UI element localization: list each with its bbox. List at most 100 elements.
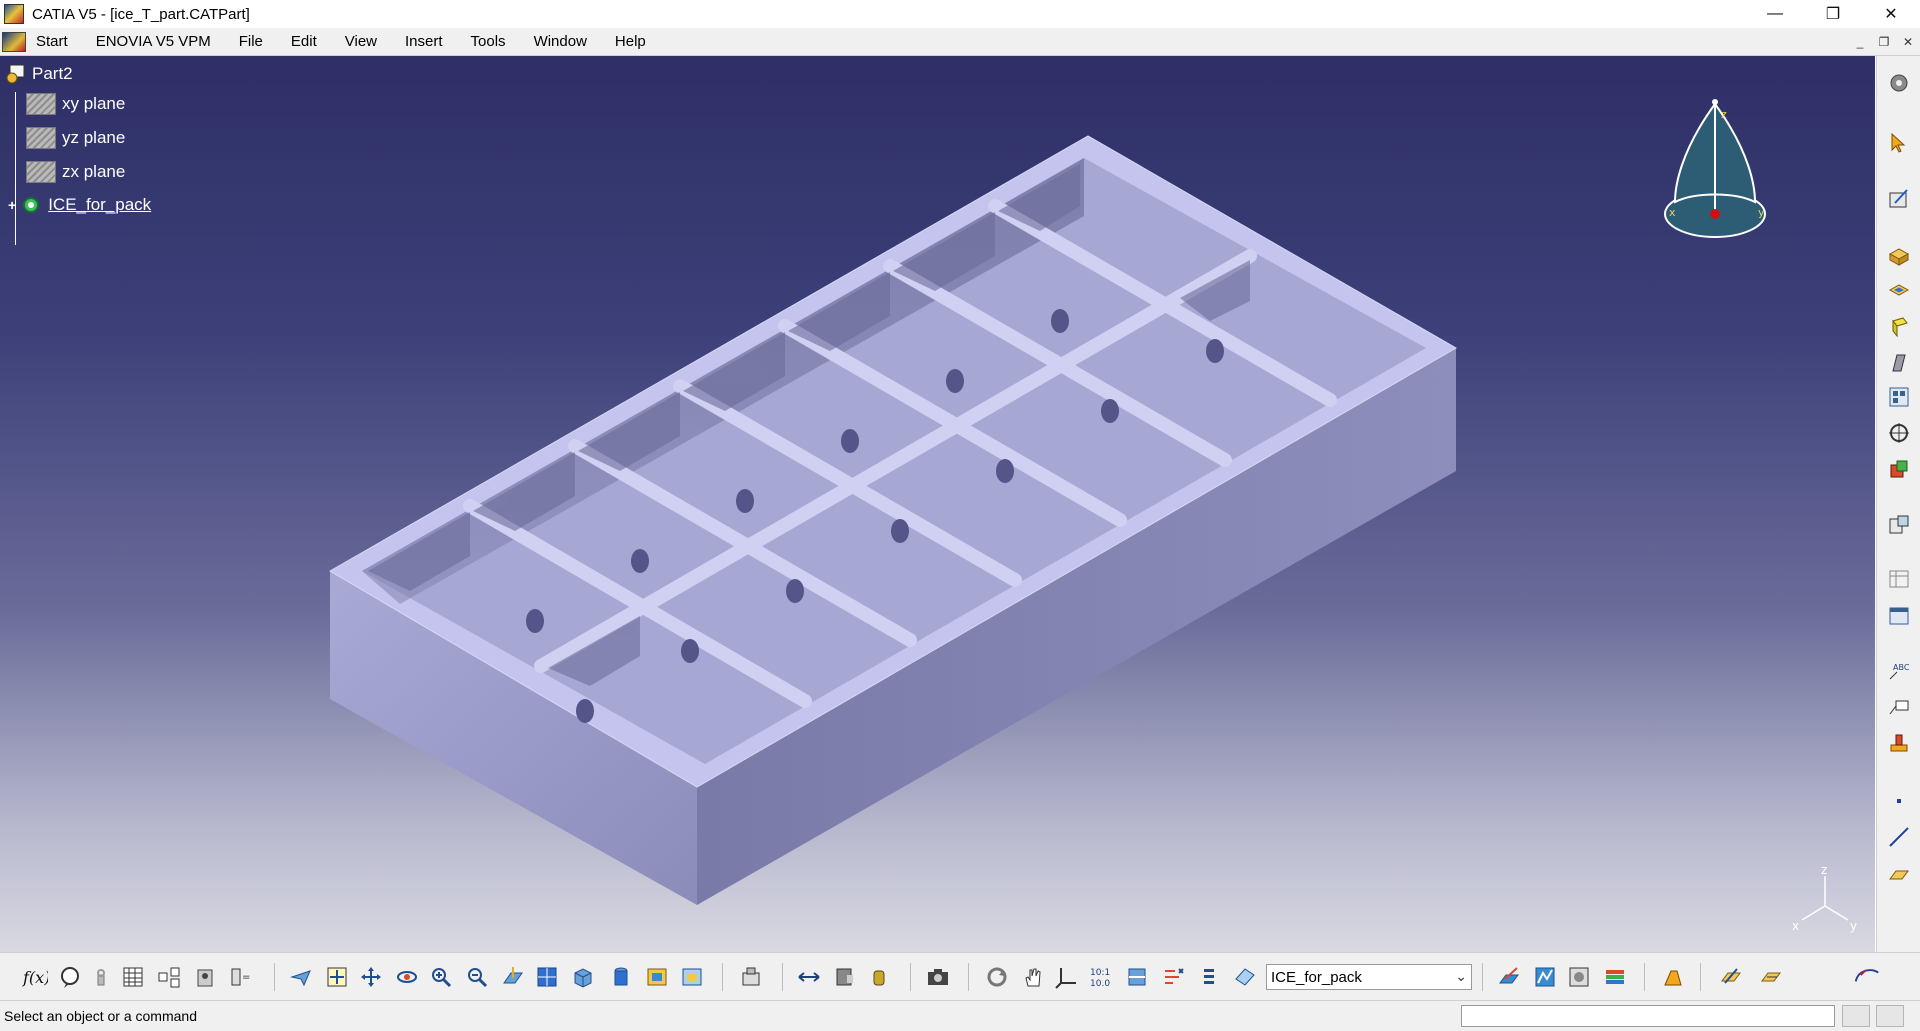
tree-item-xy-plane[interactable]: xy plane [26,92,125,116]
plane-tool-icon[interactable] [1883,860,1915,890]
apply-material-icon[interactable] [1658,962,1688,992]
zoom-out-icon[interactable] [462,962,492,992]
minimize-button[interactable]: — [1746,0,1804,28]
catia-menu-logo-icon[interactable] [2,31,26,52]
catia-app-icon [4,4,24,24]
measure-item-icon[interactable] [830,962,860,992]
rotate-icon[interactable] [392,962,422,992]
tree-item-zx-plane[interactable]: zx plane [26,160,125,184]
parameters-icon[interactable]: = [226,962,256,992]
settings-gear-icon[interactable] [1883,68,1915,98]
measure-between-icon[interactable] [794,962,824,992]
normal-view-icon[interactable] [498,962,528,992]
design-table-icon[interactable] [118,962,148,992]
menu-tools[interactable]: Tools [457,33,520,50]
scan-icon[interactable] [1122,962,1152,992]
reorder-icon[interactable] [1158,962,1188,992]
plane-icon [26,93,56,115]
tree-item-body[interactable]: + ICE_for_pack [8,193,151,217]
feature-sketch-icon[interactable] [1494,962,1524,992]
assemble-icon[interactable] [1883,510,1915,540]
part-geometry[interactable] [0,56,1875,952]
flag-note-icon[interactable] [1883,692,1915,722]
layers-icon[interactable] [1600,962,1630,992]
swap-visible-icon[interactable] [677,962,707,992]
work-object-icon[interactable] [1230,962,1260,992]
tree-expand-icon[interactable]: + [8,197,16,213]
tree-item-root[interactable]: Part2 [4,62,73,86]
triad-x-label: x [1792,919,1799,933]
chevron-down-icon[interactable]: ⌄ [1455,968,1467,985]
doc-close-button[interactable]: ✕ [1896,35,1920,49]
doc-minimize-button[interactable]: _ [1848,35,1872,49]
current-body-value: ICE_for_pack [1271,969,1362,986]
shaft-icon[interactable] [1883,312,1915,342]
tree-xy-label: xy plane [62,94,126,113]
lock-icon[interactable] [86,962,116,992]
menu-file[interactable]: File [225,33,277,50]
crosshair-icon[interactable] [1883,418,1915,448]
pocket-icon[interactable] [1883,278,1915,308]
map-icon[interactable] [1530,962,1560,992]
measure-inertia-icon[interactable] [864,962,894,992]
point-icon[interactable] [1883,786,1915,816]
zoom-in-icon[interactable] [426,962,456,992]
menu-edit[interactable]: Edit [277,33,331,50]
catalog-icon[interactable] [154,962,184,992]
line-icon[interactable] [1883,822,1915,852]
menu-view[interactable]: View [331,33,391,50]
measure-icon[interactable] [190,962,220,992]
tree-item-yz-plane[interactable]: yz plane [26,126,125,150]
current-body-select[interactable]: ICE_for_pack ⌄ [1266,964,1472,990]
plane-icon [26,127,56,149]
annotation-text-icon[interactable]: ABC [1883,656,1915,686]
pad-icon[interactable] [1883,242,1915,272]
boolean-icon[interactable] [1883,454,1915,484]
doc-restore-button[interactable]: ❐ [1872,35,1896,49]
stamp-icon[interactable] [1883,728,1915,758]
svg-text:ABC: ABC [1893,663,1910,672]
fit-all-icon[interactable] [322,962,352,992]
iso-view-icon[interactable] [568,962,598,992]
status-option-button[interactable] [1876,1005,1904,1027]
fly-mode-icon[interactable] [286,962,316,992]
select-arrow-icon[interactable] [1883,128,1915,158]
document-window-controls: _ ❐ ✕ [1848,28,1920,55]
frame-icon[interactable] [1883,600,1915,630]
sketcher-icon[interactable] [1883,184,1915,214]
command-input[interactable] [1461,1005,1835,1027]
camera-icon[interactable] [923,962,953,992]
rib-icon[interactable] [1883,348,1915,378]
knowledge-advisor-icon[interactable] [55,962,85,992]
hand-icon[interactable] [1018,962,1048,992]
list-icon[interactable] [1194,962,1224,992]
menu-start[interactable]: Start [26,33,82,50]
formula-icon[interactable]: f(x) [20,962,50,992]
hide-show-icon[interactable] [642,962,672,992]
menu-insert[interactable]: Insert [391,33,457,50]
update-icon[interactable] [982,962,1012,992]
status-option-button[interactable] [1842,1005,1870,1027]
restore-button[interactable]: ❐ [1804,0,1862,28]
pan-icon[interactable] [356,962,386,992]
axis-system-icon[interactable] [1052,962,1082,992]
pattern-icon[interactable] [1883,382,1915,412]
menu-window[interactable]: Window [520,33,601,50]
zoom-ratio-icon[interactable]: 10:1 10.0 [1086,962,1116,992]
material-icon[interactable] [1564,962,1594,992]
tree-body-label: ICE_for_pack [48,195,152,214]
menu-help[interactable]: Help [601,33,660,50]
grid-snap-icon[interactable] [1756,962,1786,992]
3d-viewport[interactable]: Part2 xy plane yz plane zx plane + ICE_f… [0,56,1875,952]
stamp-tool-icon[interactable] [736,962,766,992]
compass-z-label: z [1721,108,1727,121]
axis-triad: z x y [1792,864,1857,933]
close-button[interactable]: ✕ [1862,0,1920,28]
multi-view-icon[interactable] [532,962,562,992]
window-title: CATIA V5 - [ice_T_part.CATPart] [32,5,250,23]
compass-widget[interactable]: z x y [1655,92,1775,242]
table-icon[interactable] [1883,564,1915,594]
shading-icon[interactable] [606,962,636,992]
sketch-tools-icon[interactable] [1716,962,1746,992]
menu-enovia[interactable]: ENOVIA V5 VPM [82,33,225,50]
